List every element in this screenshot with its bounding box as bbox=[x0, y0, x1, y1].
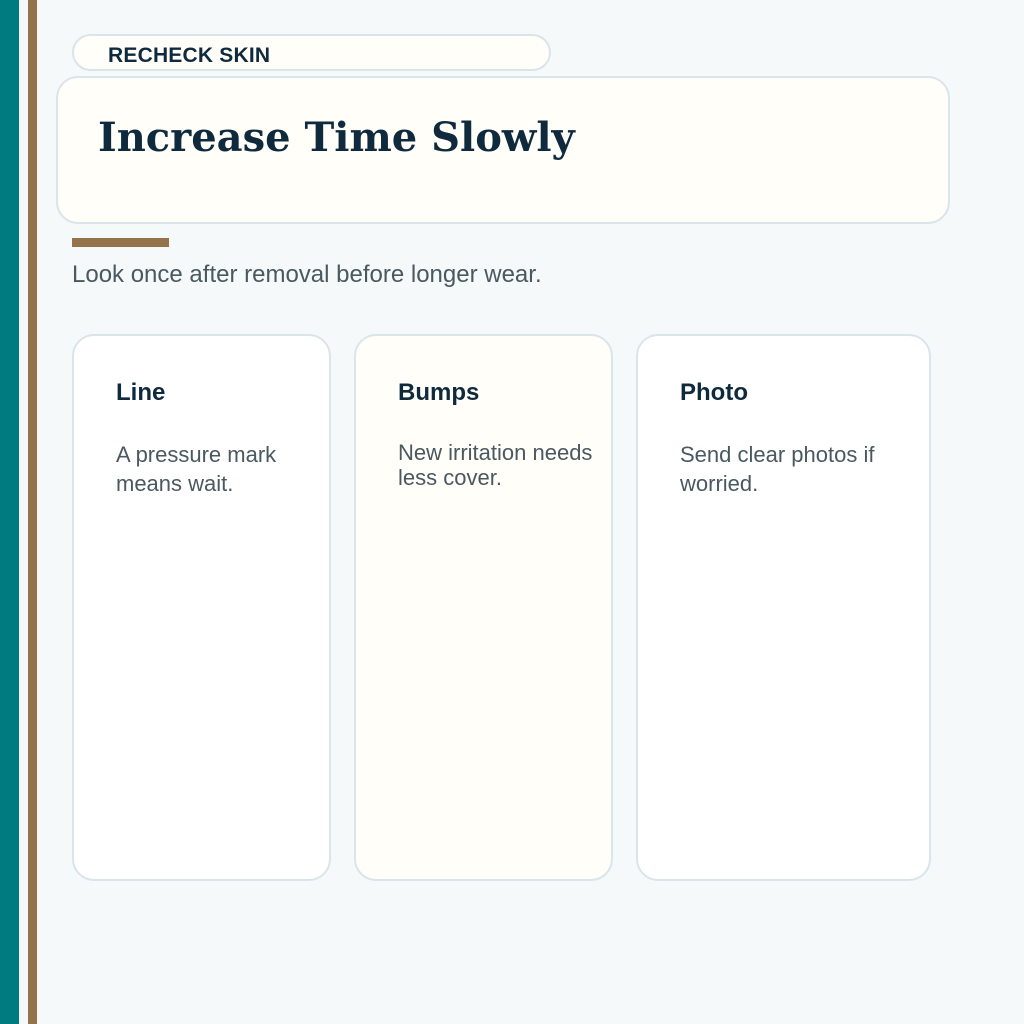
eyebrow-label: RECHECK SKIN bbox=[108, 44, 271, 67]
card-body: New irritation needs less cover. bbox=[398, 440, 593, 490]
page-title: Increase Time Slowly bbox=[98, 114, 575, 161]
card-body: A pressure mark means wait. bbox=[116, 442, 277, 496]
title-card: Increase Time Slowly bbox=[56, 76, 950, 224]
card-photo: Photo Send clear photos if worried. bbox=[636, 334, 931, 881]
accent-divider bbox=[72, 238, 169, 247]
card-title: Bumps bbox=[398, 379, 480, 406]
card-body: Send clear photos if worried. bbox=[680, 442, 875, 496]
card-line: Line A pressure mark means wait. bbox=[72, 334, 331, 881]
card-bumps: Bumps New irritation needs less cover. bbox=[354, 334, 613, 881]
left-edge-brown-bar bbox=[28, 0, 37, 1024]
subtitle: Look once after removal before longer we… bbox=[72, 261, 542, 288]
card-title: Photo bbox=[680, 379, 748, 406]
eyebrow-pill: RECHECK SKIN bbox=[72, 34, 551, 71]
card-title: Line bbox=[116, 379, 166, 406]
left-edge-teal-bar bbox=[0, 0, 19, 1024]
